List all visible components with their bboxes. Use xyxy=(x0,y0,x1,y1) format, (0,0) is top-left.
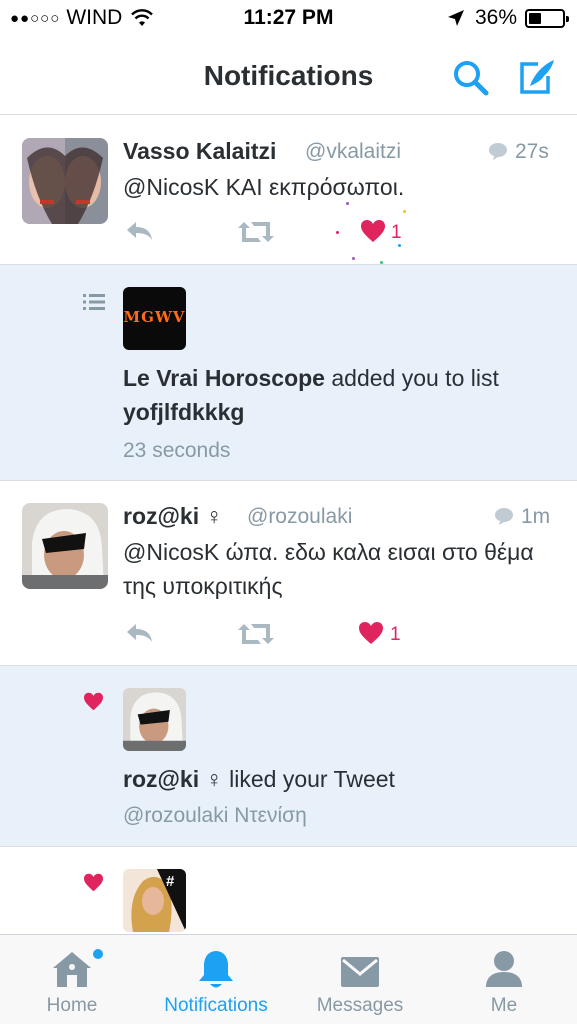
retweet-icon[interactable] xyxy=(238,220,274,244)
like-count: 1 xyxy=(390,624,401,645)
avatar[interactable]: MGWV xyxy=(123,287,186,350)
tab-label: Notifications xyxy=(164,995,268,1016)
bell-icon xyxy=(199,951,233,988)
avatar[interactable]: # xyxy=(123,869,186,932)
tab-me[interactable]: Me xyxy=(432,935,576,1024)
reply-icon[interactable] xyxy=(124,622,154,644)
tweet-text: @NicosK ώπα. εδω καλα εισαι στο θέμα της… xyxy=(123,539,534,599)
author-handle[interactable]: @vkalaitzi xyxy=(305,140,401,164)
notification-text: roz@ki ♀ liked your Tweet xyxy=(123,762,543,796)
avatar[interactable] xyxy=(22,138,108,224)
notification-timestamp: 23 seconds xyxy=(123,439,231,462)
tab-notifications[interactable]: Notifications xyxy=(144,935,288,1024)
actor-name[interactable]: roz@ki ♀ xyxy=(123,766,223,792)
avatar[interactable] xyxy=(123,688,186,751)
notifications-feed[interactable]: Vasso Kalaitzi @vkalaitzi 27s @NicosK ΚΑ… xyxy=(0,116,577,934)
like-count: 1 xyxy=(391,222,402,243)
notification-action: added you to list xyxy=(324,365,499,391)
tweet-row[interactable]: roz@ki ♀ @rozoulaki 1m @NicosK ώπα. εδω … xyxy=(0,481,577,666)
avatar[interactable] xyxy=(22,503,108,589)
like-notification-row[interactable]: # xyxy=(0,847,577,934)
like-heart-icon[interactable] xyxy=(358,621,384,645)
author-name[interactable]: Vasso Kalaitzi xyxy=(123,138,276,165)
reply-bubble-icon xyxy=(495,508,513,525)
notification-text: Le Vrai Horoscope added you to list yofj… xyxy=(123,361,543,429)
status-right: 36% xyxy=(447,6,569,30)
tab-label: Me xyxy=(490,995,518,1016)
search-icon[interactable] xyxy=(451,58,491,98)
battery-percent: 36% xyxy=(474,6,517,29)
list-notification-row[interactable]: MGWV Le Vrai Horoscope added you to list… xyxy=(0,265,577,481)
home-icon xyxy=(53,952,91,987)
list-icon xyxy=(83,294,105,310)
new-items-dot xyxy=(93,949,103,959)
like-heart-icon xyxy=(84,873,103,892)
tweet-row[interactable]: Vasso Kalaitzi @vkalaitzi 27s @NicosK ΚΑ… xyxy=(0,116,577,265)
like-heart-icon[interactable] xyxy=(360,219,386,243)
avatar-logo-text: MGWV xyxy=(123,308,186,326)
tab-label: Messages xyxy=(316,995,404,1016)
tweet-timestamp: 1m xyxy=(521,505,551,528)
compose-tweet-icon[interactable] xyxy=(516,56,558,98)
tweet-timestamp: 27s xyxy=(515,140,549,163)
person-icon xyxy=(486,951,522,987)
actor-name[interactable]: Le Vrai Horoscope xyxy=(123,365,325,391)
avatar-badge: # xyxy=(166,873,175,890)
liked-tweet-preview[interactable]: @rozoulaki Ντενίση xyxy=(123,804,307,828)
list-name[interactable]: yofjlfdkkkg xyxy=(123,399,244,425)
battery-icon xyxy=(525,8,569,28)
location-arrow-icon xyxy=(447,10,464,26)
reply-icon[interactable] xyxy=(124,220,154,242)
author-handle[interactable]: @rozoulaki xyxy=(247,505,352,529)
retweet-icon[interactable] xyxy=(238,622,274,646)
nav-bar: Notifications xyxy=(0,40,577,115)
author-name[interactable]: roz@ki ♀ xyxy=(123,503,223,530)
envelope-icon xyxy=(341,957,379,987)
reply-bubble-icon xyxy=(489,143,507,160)
like-notification-row[interactable]: roz@ki ♀ liked your Tweet @rozoulaki Ντε… xyxy=(0,666,577,847)
tab-bar: Home Notifications Messages Me xyxy=(0,934,577,1024)
status-bar: ●●○○○ WIND 11:27 PM 36% xyxy=(0,0,577,40)
tab-home[interactable]: Home xyxy=(0,935,144,1024)
tab-label: Home xyxy=(46,995,98,1016)
like-heart-icon xyxy=(84,692,103,711)
tweet-text: @NicosK ΚΑΙ εκπρόσωποι. xyxy=(123,174,405,200)
notification-action: liked your Tweet xyxy=(222,766,395,792)
tab-messages[interactable]: Messages xyxy=(288,935,432,1024)
